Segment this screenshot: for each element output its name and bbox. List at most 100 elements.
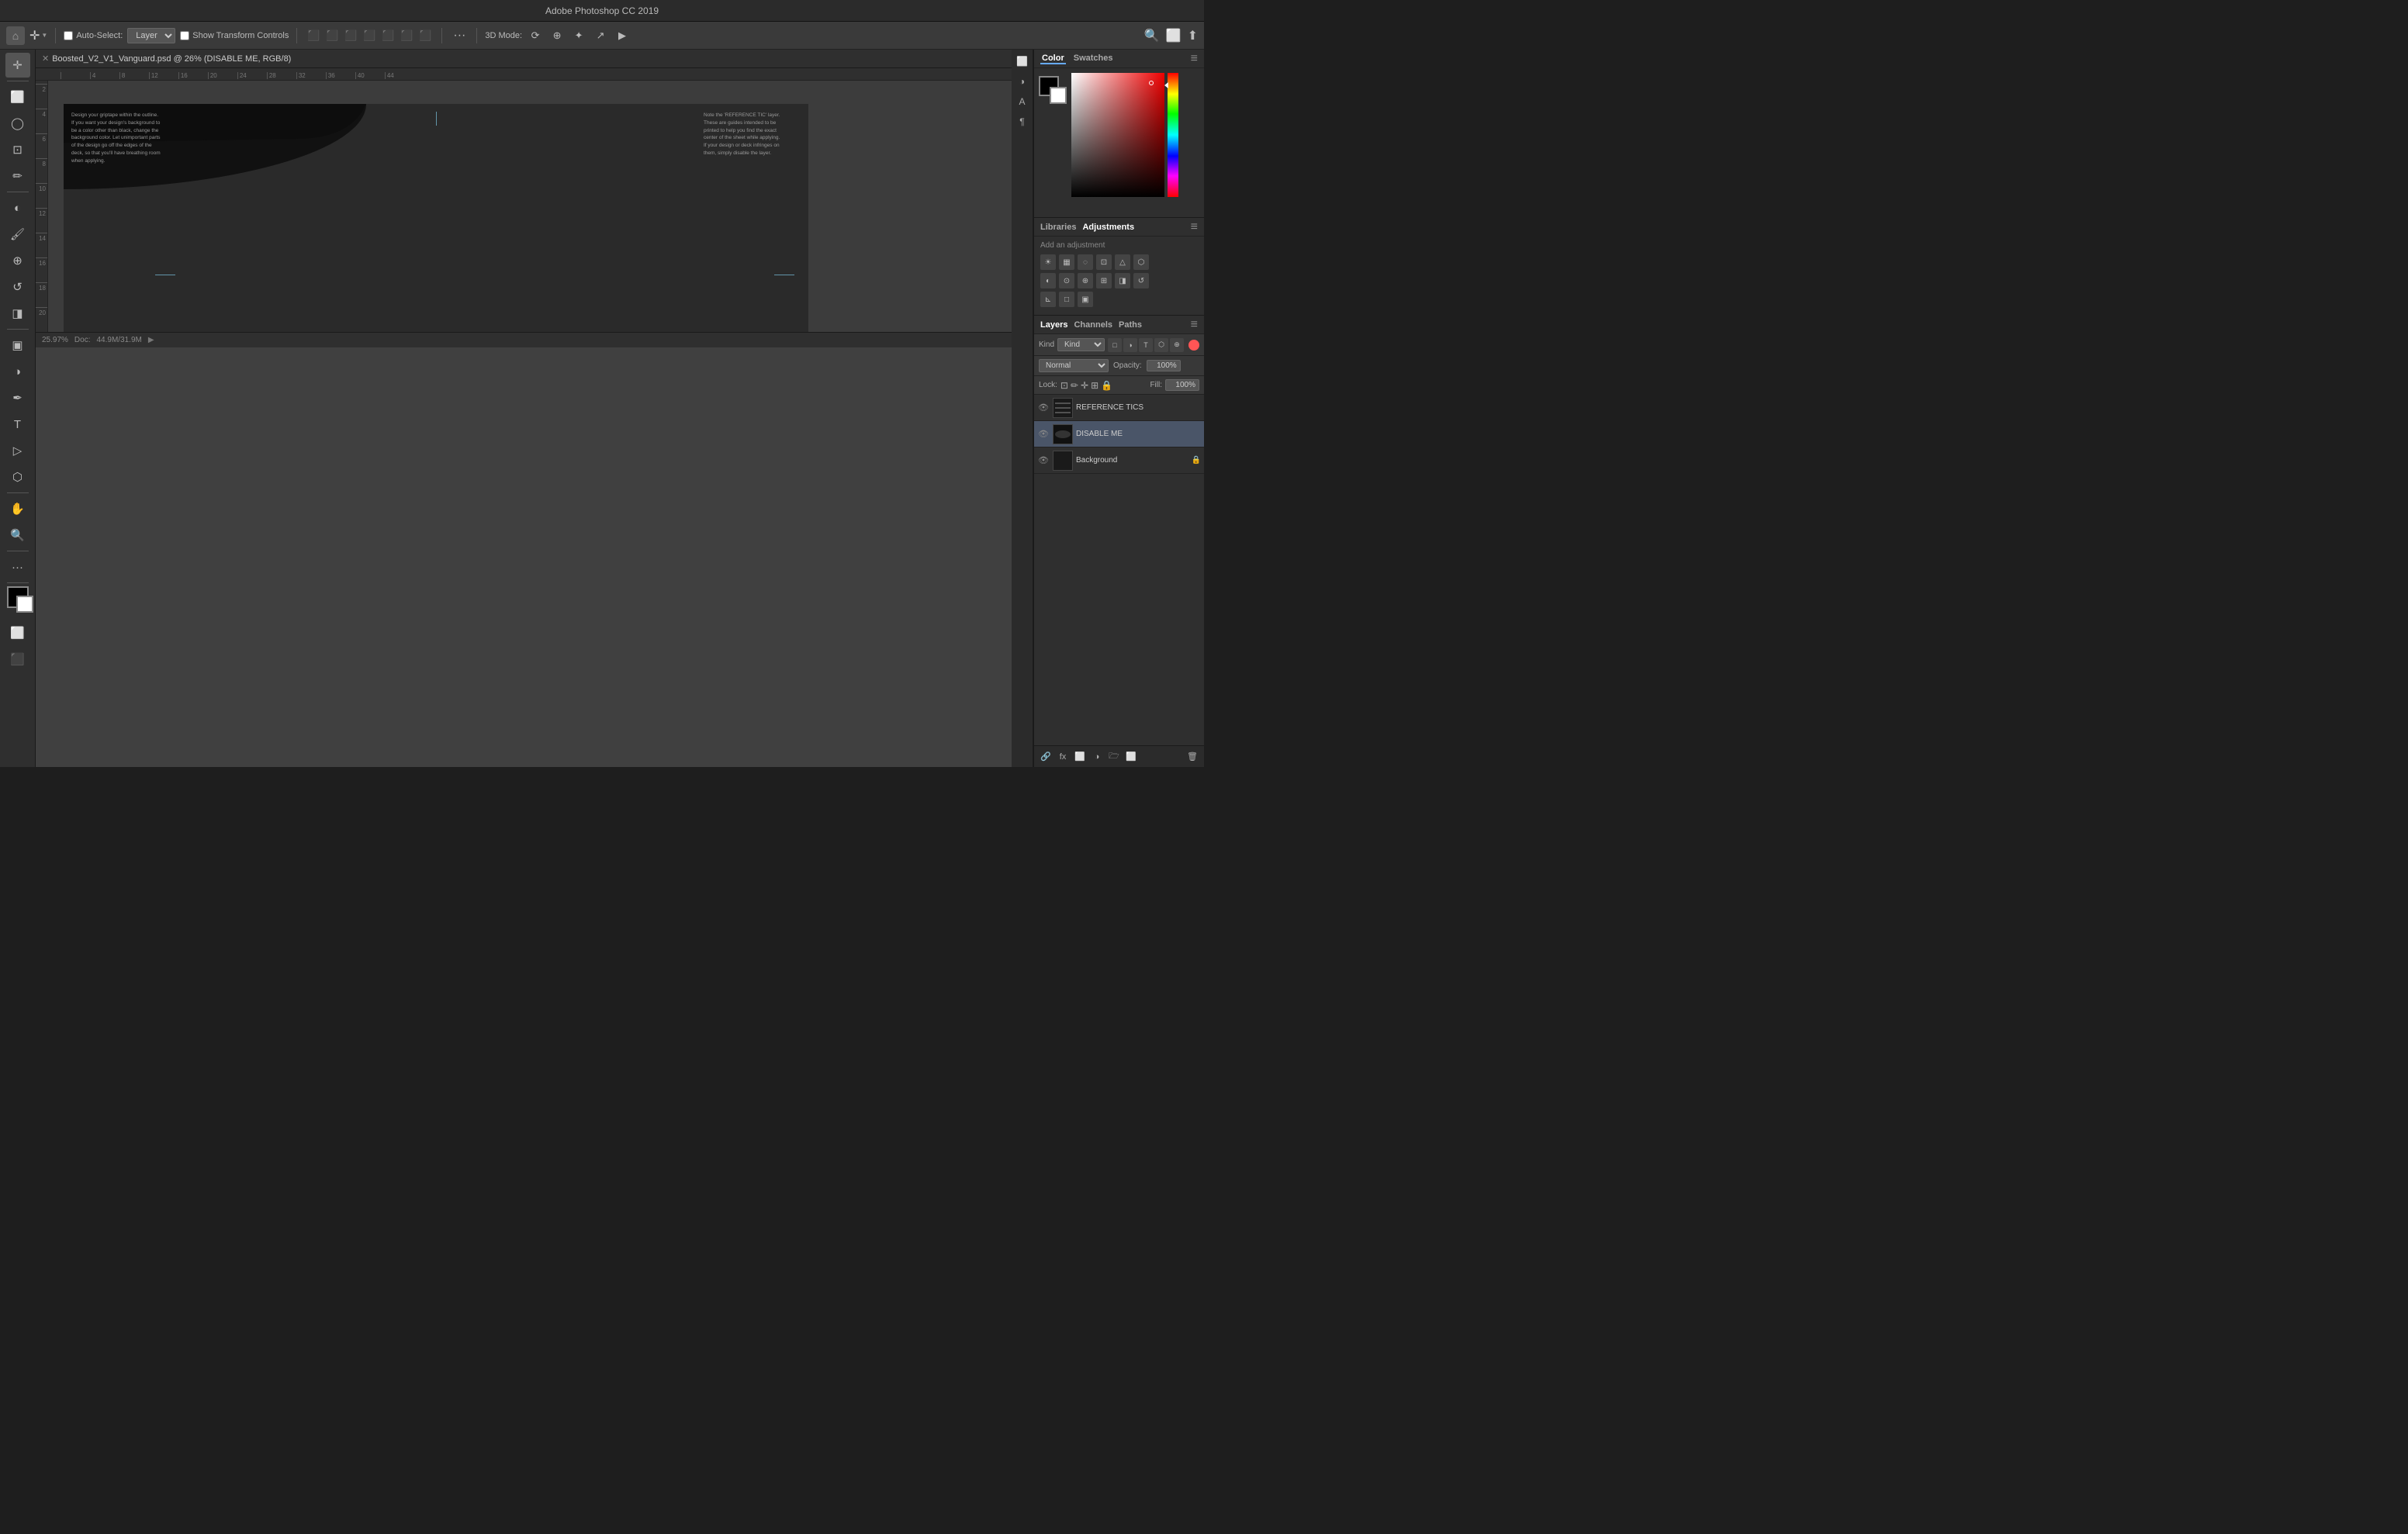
- pen-tool[interactable]: ✒: [5, 385, 30, 410]
- adj-vibrance[interactable]: △: [1115, 254, 1130, 270]
- canvas-document-area[interactable]: Design your griptape within the outline.…: [48, 81, 1012, 332]
- lock-artboard-btn[interactable]: ⊞: [1091, 380, 1098, 391]
- search-btn[interactable]: 🔍: [1144, 28, 1160, 43]
- screen-mode-btn[interactable]: ⬛: [5, 647, 30, 672]
- color-gradient[interactable]: [1071, 73, 1164, 197]
- layers-panel-menu[interactable]: ≡: [1191, 318, 1198, 332]
- background-color[interactable]: [16, 596, 33, 613]
- adj-invert[interactable]: ◨: [1115, 273, 1130, 288]
- adj-channel-mixer[interactable]: ⊕: [1078, 273, 1093, 288]
- type-tool[interactable]: T: [5, 412, 30, 437]
- filter-pixel[interactable]: □: [1108, 338, 1122, 352]
- history-brush-tool[interactable]: ↺: [5, 275, 30, 299]
- layers-tab[interactable]: Layers: [1040, 320, 1067, 330]
- blend-mode-select[interactable]: Normal: [1039, 359, 1109, 372]
- fg-bg-color-picker[interactable]: [1039, 76, 1067, 104]
- move-tool-btn[interactable]: ✛: [5, 53, 30, 78]
- lasso-tool[interactable]: ◯: [5, 111, 30, 136]
- eraser-tool[interactable]: ◨: [5, 301, 30, 326]
- gradient-tool[interactable]: ▣: [5, 333, 30, 358]
- lock-image-btn[interactable]: ✏: [1071, 380, 1078, 391]
- swatches-tab[interactable]: Swatches: [1072, 54, 1115, 64]
- align-middle-v-btn[interactable]: ⬛: [398, 27, 415, 44]
- layers-filter-select[interactable]: Kind: [1057, 338, 1105, 351]
- delete-layer-btn[interactable]: 🗑: [1185, 750, 1199, 764]
- panel-icon-type[interactable]: A: [1014, 93, 1031, 110]
- adj-levels[interactable]: ▦: [1059, 254, 1074, 270]
- home-button[interactable]: ⌂: [6, 26, 25, 45]
- color-picker[interactable]: [1071, 73, 1180, 212]
- foreground-color[interactable]: [7, 586, 29, 608]
- lock-transparent-btn[interactable]: ⊡: [1060, 380, 1068, 391]
- layer-row[interactable]: 👁 REFERENCE TICS: [1034, 395, 1204, 421]
- libraries-tab[interactable]: Libraries: [1040, 223, 1076, 232]
- move-tool[interactable]: ✛ ▼: [29, 28, 47, 43]
- filter-adjustment[interactable]: ◑: [1123, 338, 1137, 352]
- path-select-tool[interactable]: ▷: [5, 438, 30, 463]
- adj-threshold[interactable]: ⊾: [1040, 292, 1056, 307]
- fill-input[interactable]: [1165, 379, 1199, 391]
- filter-toggle[interactable]: [1188, 340, 1199, 351]
- adj-posterize[interactable]: ↺: [1133, 273, 1149, 288]
- adj-cb[interactable]: ◐: [1040, 273, 1056, 288]
- clone-stamp-tool[interactable]: ⊕: [5, 248, 30, 273]
- color-spectrum-bar[interactable]: [1168, 73, 1178, 197]
- adj-gradient-map[interactable]: □: [1059, 292, 1074, 307]
- filter-type[interactable]: T: [1139, 338, 1153, 352]
- 3d-scale-btn[interactable]: ▶: [614, 27, 631, 44]
- link-layers-btn[interactable]: 🔗: [1039, 750, 1053, 764]
- add-mask-btn[interactable]: ⬜: [1073, 750, 1087, 764]
- more-options-btn[interactable]: ···: [450, 29, 469, 43]
- adj-curves[interactable]: ◌: [1078, 254, 1093, 270]
- layer-visibility-btn[interactable]: 👁: [1037, 454, 1050, 467]
- lock-position-btn[interactable]: ✛: [1081, 380, 1088, 391]
- layer-visibility-btn[interactable]: 👁: [1037, 402, 1050, 414]
- layer-row[interactable]: 👁 DISABLE ME: [1034, 421, 1204, 447]
- workspace-btn[interactable]: ⬜: [1166, 28, 1182, 43]
- layer-visibility-btn[interactable]: 👁: [1037, 428, 1050, 441]
- align-bottom-btn[interactable]: ⬛: [417, 27, 434, 44]
- layer-row[interactable]: 👁 Background 🔒: [1034, 447, 1204, 474]
- brush-tool[interactable]: 🖌: [5, 222, 30, 247]
- status-arrow[interactable]: ▶: [148, 336, 154, 344]
- filter-smart[interactable]: ⊕: [1170, 338, 1184, 352]
- new-adj-layer-btn[interactable]: ◑: [1090, 750, 1104, 764]
- spot-heal-tool[interactable]: ◐: [5, 195, 30, 220]
- opacity-input[interactable]: [1147, 360, 1181, 371]
- adj-exposure[interactable]: ⊡: [1096, 254, 1112, 270]
- transform-controls-checkbox[interactable]: [180, 31, 189, 40]
- eyedropper-tool[interactable]: ✏: [5, 164, 30, 188]
- 3d-slide-btn[interactable]: ↗: [592, 27, 609, 44]
- dodge-tool[interactable]: ◑: [5, 359, 30, 384]
- panel-icon-adjustments[interactable]: ◑: [1014, 73, 1031, 90]
- zoom-tool[interactable]: 🔍: [5, 523, 30, 548]
- document-tab-title[interactable]: Boosted_V2_V1_Vanguard.psd @ 26% (DISABL…: [52, 54, 291, 64]
- filter-shape[interactable]: ⬡: [1154, 338, 1168, 352]
- hand-tool[interactable]: ✋: [5, 496, 30, 521]
- transform-controls-label[interactable]: Show Transform Controls: [180, 31, 289, 40]
- panel-icon-layers[interactable]: ⬜: [1014, 53, 1031, 70]
- quick-mask-btn[interactable]: ⬜: [5, 620, 30, 645]
- more-tools-btn[interactable]: ···: [5, 555, 30, 579]
- 3d-pan-btn[interactable]: ✦: [570, 27, 587, 44]
- layer-fx-btn[interactable]: fx: [1056, 750, 1070, 764]
- adj-panel-menu[interactable]: ≡: [1191, 220, 1198, 234]
- auto-select-label[interactable]: Auto-Select:: [64, 31, 123, 40]
- align-top-btn[interactable]: ⬛: [379, 27, 396, 44]
- paths-tab[interactable]: Paths: [1119, 320, 1142, 330]
- adj-hsl[interactable]: ⬡: [1133, 254, 1149, 270]
- lock-all-btn[interactable]: 🔒: [1101, 380, 1112, 391]
- shape-tool[interactable]: ⬡: [5, 465, 30, 489]
- panel-icon-paragraph[interactable]: ¶: [1014, 113, 1031, 130]
- align-edges-btn[interactable]: ⬛: [361, 27, 378, 44]
- new-group-btn[interactable]: 🗁: [1107, 750, 1121, 764]
- align-right-btn[interactable]: ⬛: [342, 27, 359, 44]
- crop-tool[interactable]: ⊡: [5, 137, 30, 162]
- channels-tab[interactable]: Channels: [1074, 320, 1112, 330]
- adj-selective-color[interactable]: ▣: [1078, 292, 1093, 307]
- share-btn[interactable]: ⬆: [1188, 28, 1198, 43]
- color-panel-menu[interactable]: ≡: [1191, 52, 1198, 66]
- align-center-h-btn[interactable]: ⬛: [323, 27, 341, 44]
- new-layer-btn[interactable]: ⬜: [1124, 750, 1138, 764]
- auto-select-checkbox[interactable]: [64, 31, 73, 40]
